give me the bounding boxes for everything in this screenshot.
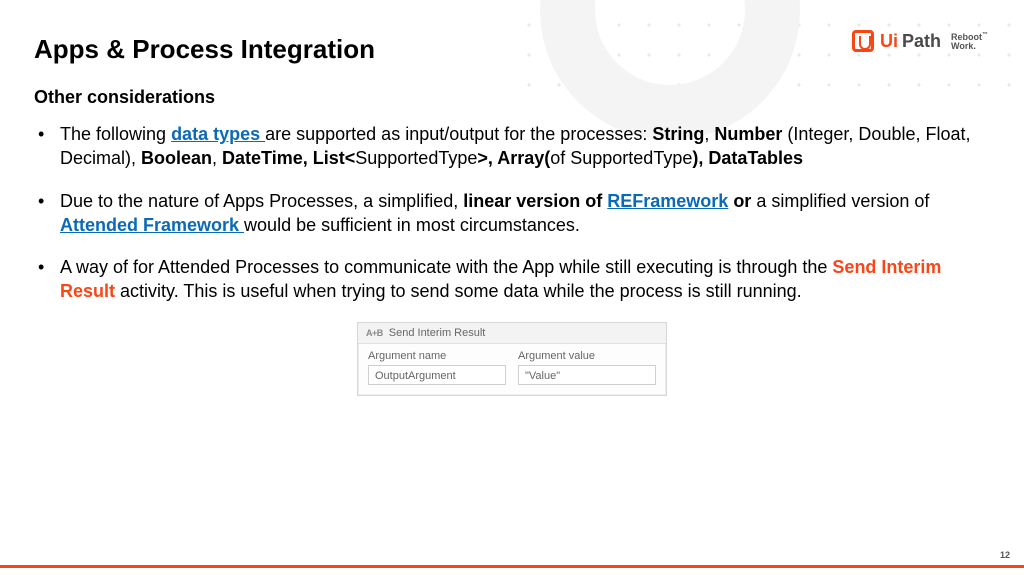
activity-card: A+B Send Interim Result Argument name Ou… xyxy=(357,322,667,396)
bullet-list: The following data types are supported a… xyxy=(34,122,990,304)
activity-header: A+B Send Interim Result xyxy=(358,323,666,344)
page-title: Apps & Process Integration xyxy=(34,34,990,65)
activity-title: Send Interim Result xyxy=(389,327,486,339)
bullet-item: Due to the nature of Apps Processes, a s… xyxy=(56,189,990,238)
link-attended-framework[interactable]: Attended Framework xyxy=(60,215,244,235)
brand-logo: UiPath Reboot™Work. xyxy=(852,30,988,52)
logo-text-path: Path xyxy=(902,31,941,52)
activity-icon: A+B xyxy=(366,328,383,338)
logo-tagline: Reboot™Work. xyxy=(951,32,988,51)
link-reframework[interactable]: REFramework xyxy=(607,191,728,211)
logo-icon xyxy=(852,30,874,52)
slide-content: Apps & Process Integration Other conside… xyxy=(0,0,1024,576)
bullet-item: The following data types are supported a… xyxy=(56,122,990,171)
logo-text-ui: Ui xyxy=(880,31,898,52)
argument-name-field[interactable]: OutputArgument xyxy=(368,365,506,385)
link-data-types[interactable]: data types xyxy=(171,124,265,144)
activity-body: Argument name OutputArgument Argument va… xyxy=(358,344,666,395)
argument-value-field[interactable]: "Value" xyxy=(518,365,656,385)
bullet-item: A way of for Attended Processes to commu… xyxy=(56,255,990,304)
argument-value-label: Argument value xyxy=(518,350,656,362)
activity-col-value: Argument value "Value" xyxy=(518,350,656,385)
argument-name-label: Argument name xyxy=(368,350,506,362)
page-subtitle: Other considerations xyxy=(34,87,990,108)
activity-col-name: Argument name OutputArgument xyxy=(368,350,506,385)
